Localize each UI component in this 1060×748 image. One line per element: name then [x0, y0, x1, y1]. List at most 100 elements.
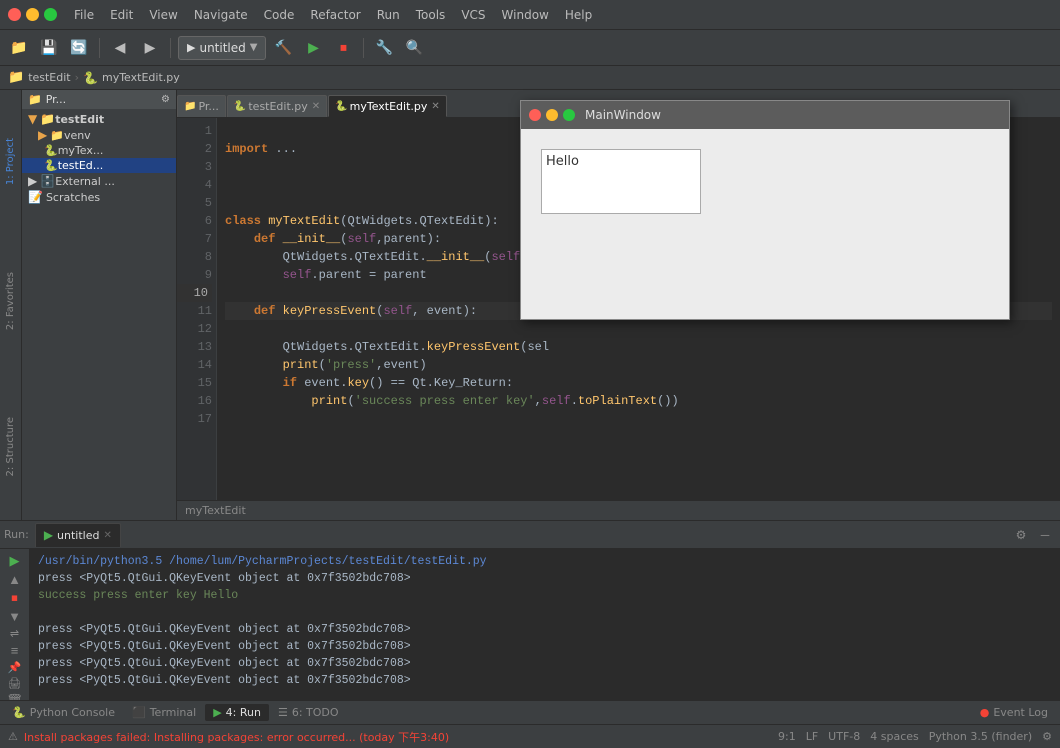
forward-button[interactable]: ▶	[137, 35, 163, 61]
menu-navigate[interactable]: Navigate	[187, 5, 255, 25]
tree-item-scratches[interactable]: 📝 Scratches	[22, 189, 176, 205]
tab-mytextedit-close[interactable]: ✕	[431, 101, 439, 112]
build-button[interactable]: 🔨	[270, 35, 296, 61]
toolbar-sep-2	[170, 38, 171, 58]
fw-textbox[interactable]: Hello	[541, 149, 701, 214]
tab-testedit-label: testEdit.py	[248, 100, 307, 113]
run-stop-btn[interactable]: ⏹	[4, 590, 26, 606]
run-minimize-btn[interactable]: ─	[1034, 524, 1056, 546]
menu-vcs[interactable]: VCS	[454, 5, 492, 25]
save-button[interactable]: 💾	[36, 35, 62, 61]
menu-code[interactable]: Code	[257, 5, 302, 25]
tab-mytextedit-label: myTextEdit.py	[350, 100, 428, 113]
sync-button[interactable]: 🔄	[66, 35, 92, 61]
breadcrumb: 📁 testEdit › 🐍 myTextEdit.py	[0, 66, 1060, 90]
run-config-label: untitled	[199, 41, 245, 55]
breadcrumb-testedit[interactable]: testEdit	[28, 71, 70, 84]
btab-terminal[interactable]: ⬛ Terminal	[124, 704, 204, 721]
tab-testedit[interactable]: 🐍 testEdit.py ✕	[227, 95, 327, 117]
run-tab-close[interactable]: ✕	[103, 530, 111, 541]
run-output: /usr/bin/python3.5 /home/lum/PycharmProj…	[30, 549, 1060, 700]
menu-help[interactable]: Help	[558, 5, 599, 25]
folder-closed-icon: ▶	[38, 128, 47, 142]
run-settings-btn[interactable]: ⚙	[1010, 524, 1032, 546]
close-button[interactable]	[8, 8, 21, 21]
run-down-btn[interactable]: ▼	[4, 609, 26, 624]
run-trash-btn[interactable]: 🗑	[4, 693, 26, 700]
tab-testedit-close[interactable]: ✕	[312, 101, 320, 112]
project-panel-label: Pr...	[46, 93, 66, 106]
menu-window[interactable]: Window	[495, 5, 556, 25]
open-folder-button[interactable]: 📁	[6, 35, 32, 61]
editor-footer-class: myTextEdit	[185, 504, 246, 517]
toolbar-sep-3	[363, 38, 364, 58]
status-bar: ⚠ Install packages failed: Installing pa…	[0, 724, 1060, 748]
scratches-icon: 📝	[28, 190, 43, 204]
tree-item-venv[interactable]: ▶ 📁 venv	[22, 127, 176, 143]
panel-menu-icon[interactable]: ⚙	[161, 94, 170, 105]
run-tab-bar: Run: ▶ untitled ✕ ⚙ ─	[0, 521, 1060, 549]
btab-python-console[interactable]: 🐍 Python Console	[4, 704, 123, 721]
tree-label-external: External ...	[55, 175, 115, 188]
run-filter-btn[interactable]: ≡	[4, 643, 26, 658]
btab-todo[interactable]: ☰ 6: TODO	[270, 704, 347, 721]
run-left-buttons: ▶ ▲ ⏹ ▼ ⇌ ≡ 📌 🖨 🗑	[0, 549, 30, 700]
breadcrumb-file[interactable]: myTextEdit.py	[102, 71, 180, 84]
tree-label-mytex: myTex...	[58, 144, 104, 157]
menu-run[interactable]: Run	[370, 5, 407, 25]
stop-button[interactable]: ⏹	[330, 35, 356, 61]
menu-edit[interactable]: Edit	[103, 5, 140, 25]
status-language[interactable]: Python 3.5 (finder)	[929, 730, 1032, 743]
run-print-btn[interactable]: 🖨	[4, 677, 26, 690]
bottom-panel: Run: ▶ untitled ✕ ⚙ ─ ▶ ▲ ⏹ ▼ ⇌ ≡ 📌 🖨 🗑 …	[0, 520, 1060, 700]
minimize-button[interactable]	[26, 8, 39, 21]
menu-tools[interactable]: Tools	[409, 5, 453, 25]
floating-window: MainWindow Hello	[520, 100, 1010, 320]
tree-label-venv: venv	[64, 129, 91, 142]
status-charset[interactable]: UTF-8	[828, 730, 860, 743]
btab-run[interactable]: ▶ 4: Run	[205, 704, 269, 721]
search-button[interactable]: 🔍	[401, 35, 427, 61]
status-position[interactable]: 9:1	[778, 730, 796, 743]
tree-item-tested[interactable]: 🐍 testEd...	[22, 158, 176, 173]
status-indent[interactable]: 4 spaces	[870, 730, 919, 743]
project-panel-header[interactable]: 📁 Pr... ⚙	[22, 90, 176, 109]
btab-event-log[interactable]: ● Event Log	[972, 704, 1056, 721]
menu-bar: File Edit View Navigate Code Refactor Ru…	[0, 0, 1060, 30]
fw-close-btn[interactable]	[529, 109, 541, 121]
tree-item-external[interactable]: ▶ 🗄️ External ...	[22, 173, 176, 189]
status-bar-left: ⚠ Install packages failed: Installing pa…	[8, 729, 770, 745]
run-play-btn[interactable]: ▶	[4, 553, 26, 569]
side-tab-favorites[interactable]: 2: Favorites	[3, 264, 18, 338]
tab-pr[interactable]: 📁 Pr...	[177, 95, 226, 117]
window-controls	[8, 8, 57, 21]
fw-max-btn[interactable]	[563, 109, 575, 121]
run-pin-btn[interactable]: 📌	[4, 661, 26, 674]
menu-view[interactable]: View	[142, 5, 184, 25]
side-tab-project[interactable]: 1: Project	[3, 130, 18, 193]
menu-refactor[interactable]: Refactor	[303, 5, 367, 25]
run-rerun-up-btn[interactable]: ▲	[4, 572, 26, 587]
status-settings-icon[interactable]: ⚙	[1042, 730, 1052, 743]
run-output-line-4: press <PyQt5.QtGui.QKeyEvent object at 0…	[38, 621, 1052, 638]
menu-file[interactable]: File	[67, 5, 101, 25]
run-tab-label: untitled	[57, 529, 99, 542]
bottom-tool-tabs: 🐍 Python Console ⬛ Terminal ▶ 4: Run ☰ 6…	[0, 700, 1060, 724]
back-button[interactable]: ◀	[107, 35, 133, 61]
toolbar: 📁 💾 🔄 ◀ ▶ ▶ untitled ▼ 🔨 ▶ ⏹ 🔧 🔍	[0, 30, 1060, 66]
run-wrap-btn[interactable]: ⇌	[4, 627, 26, 640]
tree-item-testedit[interactable]: ▼ 📁 testEdit	[22, 111, 176, 127]
fw-title: MainWindow	[585, 108, 661, 122]
tab-mytextedit[interactable]: 🐍 myTextEdit.py ✕	[328, 95, 447, 117]
tab-testedit-icon: 🐍	[234, 101, 246, 112]
status-lf[interactable]: LF	[806, 730, 818, 743]
fw-min-btn[interactable]	[546, 109, 558, 121]
side-tab-structure[interactable]: 2: Structure	[3, 409, 18, 484]
run-config-dropdown[interactable]: ▶ untitled ▼	[178, 36, 266, 60]
maximize-button[interactable]	[44, 8, 57, 21]
run-button[interactable]: ▶	[300, 35, 326, 61]
floating-window-titlebar: MainWindow	[521, 101, 1009, 129]
settings-button[interactable]: 🔧	[371, 35, 397, 61]
run-tab-untitled[interactable]: ▶ untitled ✕	[35, 523, 121, 547]
tree-item-mytex[interactable]: 🐍 myTex...	[22, 143, 176, 158]
